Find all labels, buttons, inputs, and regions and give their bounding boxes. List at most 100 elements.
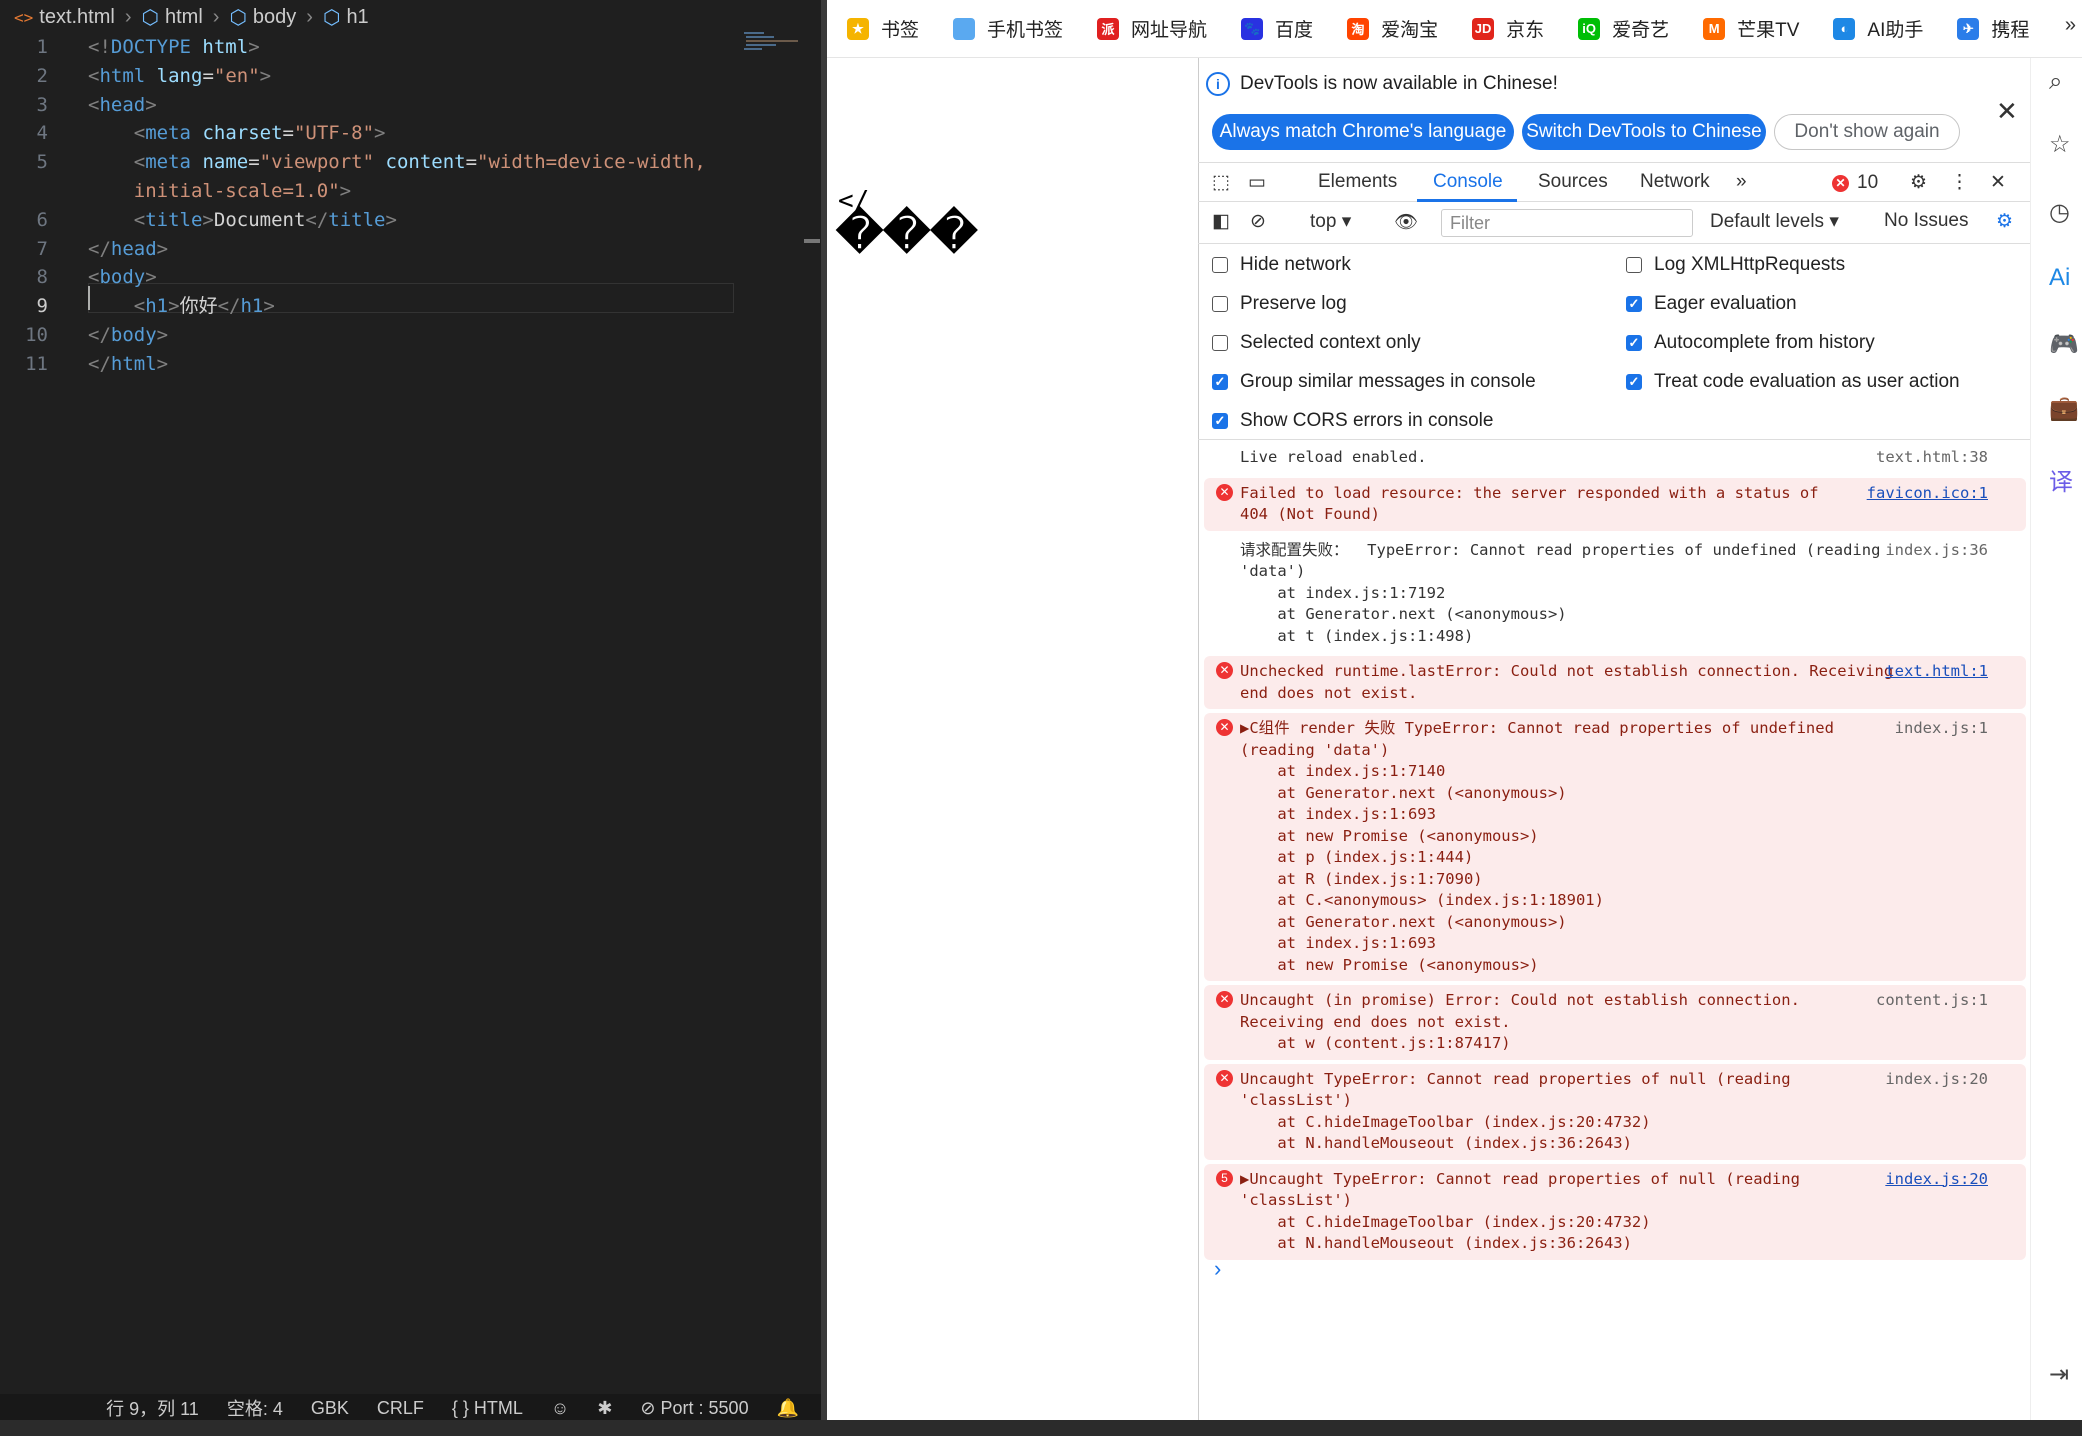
message-source-link[interactable]: content.js:1 [1876, 990, 1988, 1012]
sidebar-toggle-icon[interactable]: ◧ [1212, 210, 1230, 233]
live-server-port[interactable]: ⊘ Port : 5500 [640, 1398, 748, 1419]
checkbox[interactable]: ✓ [1626, 335, 1642, 351]
bookmark-item[interactable]: 🐾 百度 [1241, 15, 1313, 42]
ai-icon[interactable]: Aі [2049, 264, 2070, 292]
encoding[interactable]: GBK [311, 1398, 349, 1419]
close-notice-icon[interactable]: ✕ [1996, 96, 2018, 127]
checkbox[interactable]: ✓ [1212, 374, 1228, 390]
message-source-link[interactable]: index.js:36 [1885, 540, 1988, 562]
code-line[interactable]: 7 </head> [0, 235, 821, 264]
checkbox[interactable]: ✓ [1212, 413, 1228, 429]
checkbox[interactable] [1626, 257, 1642, 273]
bookmark-item[interactable]: JD 京东 [1472, 15, 1544, 42]
error-count-badge[interactable]: ✕ 10 [1832, 172, 1878, 194]
code-line[interactable]: 9 <h1>你好</h1> [0, 292, 821, 321]
console-error-message[interactable]: ✕ Failed to load resource: the server res… [1204, 477, 2026, 531]
setting-option[interactable]: ✓ Eager evaluation [1626, 293, 1797, 315]
close-devtools-icon[interactable]: ✕ [1990, 171, 2006, 194]
always-match-language-button[interactable]: Always match Chrome's language [1212, 114, 1514, 150]
setting-option[interactable]: Hide network [1212, 254, 1351, 276]
code-line[interactable]: 2 <html lang="en"> [0, 62, 821, 91]
console-error-message[interactable]: ✕ Unchecked runtime.lastError: Could not … [1204, 656, 2026, 709]
scrollbar-marker[interactable] [804, 239, 820, 243]
setting-option[interactable]: ✓ Show CORS errors in console [1212, 410, 1493, 432]
more-tabs-icon[interactable]: » [1736, 171, 1747, 193]
breadcrumb-html[interactable]: html [165, 6, 203, 29]
setting-option[interactable]: ✓ Group similar messages in console [1212, 371, 1536, 393]
eye-icon[interactable]: 👁 [1394, 210, 1418, 234]
dont-show-again-button[interactable]: Don't show again [1774, 114, 1960, 150]
checkbox[interactable]: ✓ [1626, 296, 1642, 312]
minimap[interactable] [744, 30, 800, 60]
bookmark-item[interactable]: 派网址导航 [1097, 15, 1207, 42]
code-line[interactable]: 11 </html> [0, 350, 821, 379]
bookmark-item[interactable]: ✈ 携程 [1957, 15, 2029, 42]
console-error-message[interactable]: ✕ ▶C组件 render 失败 TypeError: Cannot read p… [1204, 713, 2026, 981]
switch-to-chinese-button[interactable]: Switch DevTools to Chinese [1522, 114, 1766, 150]
toolbox-icon[interactable]: 💼 [2049, 394, 2079, 423]
code-line[interactable]: 6 <title>Document</title> [0, 206, 821, 235]
bookmarks-overflow-icon[interactable]: » [2065, 14, 2076, 37]
bookmark-item[interactable]: ◐ AI助手 [1833, 15, 1923, 42]
issues-button[interactable]: No Issues [1884, 210, 1968, 232]
bookmark-item[interactable]: 淘爱淘宝 [1347, 15, 1438, 42]
breadcrumb-file[interactable]: text.html [39, 6, 115, 29]
code-editor[interactable]: <> text.html › ⬡ html › ⬡ body › ⬡ h1 1 <… [0, 0, 821, 1422]
inspect-element-icon[interactable]: ⬚ [1212, 171, 1230, 194]
code-line[interactable]: 3 <head> [0, 91, 821, 120]
device-toolbar-icon[interactable]: ▭ [1248, 171, 1266, 194]
setting-option[interactable]: ✓ Treat code evaluation as user action [1626, 371, 1960, 393]
console-message[interactable]: 请求配置失败： TypeError: Cannot read propertie… [1204, 535, 2026, 653]
console-error-message[interactable]: 5 ▶Uncaught TypeError: Cannot read proper… [1204, 1163, 2026, 1260]
star-icon[interactable]: ☆ [2049, 130, 2071, 159]
clear-console-icon[interactable]: ⊘ [1250, 210, 1266, 233]
indent-setting[interactable]: 空格: 4 [227, 1395, 283, 1421]
more-options-icon[interactable]: ⋮ [1950, 171, 1969, 194]
bookmark-item[interactable]: iQ 爱奇艺 [1578, 15, 1669, 42]
setting-option[interactable]: ✓ Autocomplete from history [1626, 332, 1875, 354]
console-settings-icon[interactable]: ⚙ [1996, 210, 2013, 233]
code-line[interactable]: 10 </body> [0, 321, 821, 350]
console-message[interactable]: Live reload enabled. text.html:38 [1204, 442, 2026, 474]
breadcrumb-body[interactable]: body [253, 6, 296, 29]
search-icon[interactable]: ⌕ [2049, 68, 2062, 96]
checkbox[interactable] [1212, 296, 1228, 312]
prettier-icon[interactable]: ✱ [597, 1398, 612, 1419]
message-source-link[interactable]: index.js:1 [1895, 718, 1988, 740]
bookmark-item[interactable]: 手机书签 [953, 15, 1063, 42]
message-source-link[interactable]: index.js:20 [1885, 1169, 1988, 1191]
setting-option[interactable]: Log XMLHttpRequests [1626, 254, 1845, 276]
bookmark-item[interactable]: ★ 书签 [847, 15, 919, 42]
gear-icon[interactable]: ⚙ [1910, 171, 1927, 194]
cursor-position[interactable]: 行 9，列 11 [106, 1395, 199, 1421]
tab-elements[interactable]: Elements [1318, 171, 1397, 193]
code-line[interactable]: 4 <meta charset="UTF-8"> [0, 119, 821, 148]
message-source-link[interactable]: index.js:20 [1885, 1069, 1988, 1091]
bookmark-item[interactable]: M 芒果TV [1703, 15, 1799, 42]
bell-icon[interactable]: 🔔 [777, 1398, 799, 1419]
message-source-link[interactable]: favicon.ico:1 [1867, 483, 1988, 505]
context-select[interactable]: top ▾ [1310, 210, 1351, 233]
collapse-rail-icon[interactable]: ⇥ [2049, 1360, 2069, 1389]
translate-icon[interactable]: 译 [2049, 462, 2073, 497]
history-icon[interactable]: ◷ [2049, 198, 2070, 227]
tab-console[interactable]: Console [1433, 171, 1503, 193]
code-line[interactable]: 5 <meta name="viewport" content="width=d… [0, 148, 821, 177]
console-error-message[interactable]: ✕ Uncaught (in promise) Error: Could not … [1204, 985, 2026, 1060]
code-line[interactable]: 1 <!DOCTYPE html> [0, 33, 821, 62]
setting-option[interactable]: Selected context only [1212, 332, 1421, 354]
message-source-link[interactable]: text.html:38 [1876, 447, 1988, 469]
setting-option[interactable]: Preserve log [1212, 293, 1347, 315]
copilot-icon[interactable]: ☺ [551, 1398, 569, 1419]
log-levels-select[interactable]: Default levels ▾ [1710, 210, 1839, 233]
line-ending[interactable]: CRLF [377, 1398, 424, 1419]
message-source-link[interactable]: text.html:1 [1885, 661, 1988, 683]
checkbox[interactable] [1212, 335, 1228, 351]
filter-input[interactable]: Filter [1441, 209, 1693, 237]
code-line[interactable]: 8 <body> [0, 263, 821, 292]
code-line[interactable]: initial-scale=1.0"> [0, 177, 821, 206]
checkbox[interactable] [1212, 257, 1228, 273]
breadcrumb-h1[interactable]: h1 [346, 6, 368, 29]
tab-network[interactable]: Network [1640, 171, 1710, 193]
game-icon[interactable]: 🎮 [2049, 330, 2079, 359]
